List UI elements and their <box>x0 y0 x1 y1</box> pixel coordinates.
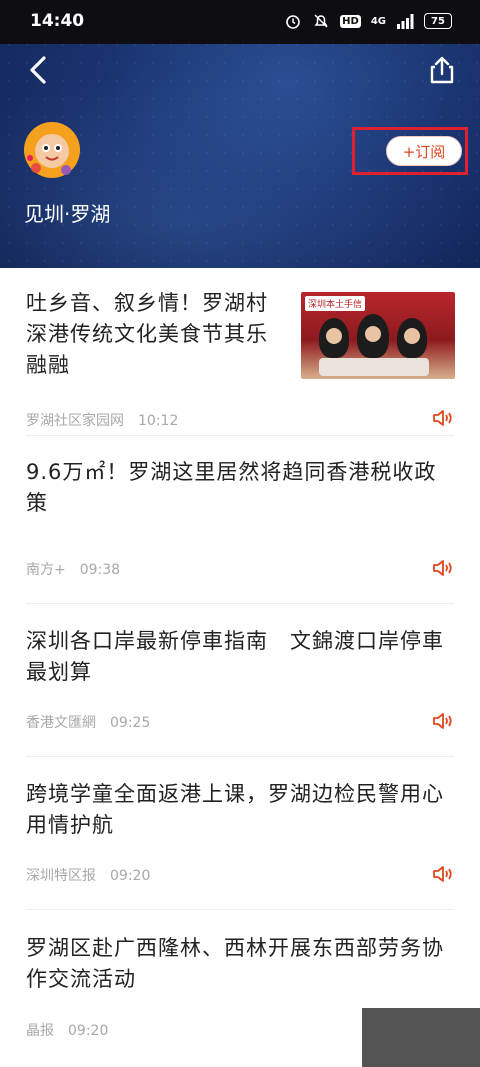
share-button[interactable] <box>426 54 458 86</box>
speaker-icon[interactable] <box>432 558 454 578</box>
battery-icon: 75 <box>424 13 452 29</box>
alarm-icon <box>286 15 300 29</box>
article-time: 09:25 <box>110 715 151 731</box>
speaker-icon[interactable] <box>432 864 454 884</box>
article-list: 吐乡音、叙乡情！罗湖村深港传统文化美食节其乐融融 深圳本土手信 罗湖社区家园网 1… <box>0 268 480 1067</box>
article-thumbnail[interactable]: 深圳本土手信 <box>301 292 455 379</box>
article-meta: 深圳特区报 09:20 <box>26 865 150 885</box>
article-item[interactable]: 9.6万㎡！罗湖这里居然将趋同香港税收政策 南方+ 09:38 <box>26 436 454 604</box>
back-button[interactable] <box>24 52 54 88</box>
article-meta: 晶报 09:20 <box>26 1020 108 1040</box>
article-source: 深圳特区报 <box>26 868 96 884</box>
signal-icon <box>397 14 414 29</box>
mute-bell-icon <box>314 14 328 28</box>
article-source: 香港文匯網 <box>26 715 96 731</box>
status-bar: 14:40 HD 4G 75 <box>0 0 480 44</box>
article-meta: 罗湖社区家园网 10:12 <box>26 410 178 430</box>
hd-badge: HD <box>340 14 361 28</box>
article-meta: 南方+ 09:38 <box>26 559 120 579</box>
article-source: 晶报 <box>26 1023 54 1039</box>
thumbnail-face <box>404 328 420 344</box>
article-title[interactable]: 吐乡音、叙乡情！罗湖村深港传统文化美食节其乐融融 <box>26 288 278 381</box>
thumbnail-label: 深圳本土手信 <box>305 296 366 311</box>
article-item[interactable]: 吐乡音、叙乡情！罗湖村深港传统文化美食节其乐融融 深圳本土手信 罗湖社区家园网 1… <box>26 268 455 436</box>
speaker-icon[interactable] <box>432 408 454 428</box>
thumbnail-face <box>365 326 381 342</box>
article-source: 南方+ <box>26 562 66 578</box>
article-meta: 香港文匯網 09:25 <box>26 712 150 732</box>
overlay-block <box>362 1008 480 1067</box>
thumbnail-face <box>326 328 342 344</box>
article-title[interactable]: 深圳各口岸最新停車指南 文錦渡口岸停車最划算 <box>26 626 454 688</box>
speaker-icon[interactable] <box>432 711 454 731</box>
network-type: 4G <box>370 15 386 27</box>
thumbnail-tray <box>319 358 429 376</box>
channel-avatar <box>24 122 80 178</box>
article-item[interactable]: 跨境学童全面返港上课，罗湖边检民警用心用情护航 深圳特区报 09:20 <box>26 757 454 910</box>
status-icons: HD 4G 75 <box>284 12 452 30</box>
article-item[interactable]: 深圳各口岸最新停車指南 文錦渡口岸停車最划算 香港文匯網 09:25 <box>26 604 454 757</box>
article-title[interactable]: 9.6万㎡！罗湖这里居然将趋同香港税收政策 <box>26 457 454 519</box>
article-time: 10:12 <box>138 413 179 429</box>
channel-name: 见圳·罗湖 <box>24 202 111 226</box>
article-title[interactable]: 跨境学童全面返港上课，罗湖边检民警用心用情护航 <box>26 779 454 841</box>
article-time: 09:20 <box>110 868 151 884</box>
subscribe-button[interactable]: +订阅 <box>386 136 462 166</box>
article-source: 罗湖社区家园网 <box>26 413 124 429</box>
article-time: 09:20 <box>68 1023 109 1039</box>
article-time: 09:38 <box>79 562 121 578</box>
status-time: 14:40 <box>30 11 85 31</box>
article-title[interactable]: 罗湖区赴广西隆林、西林开展东西部劳务协作交流活动 <box>26 933 454 995</box>
